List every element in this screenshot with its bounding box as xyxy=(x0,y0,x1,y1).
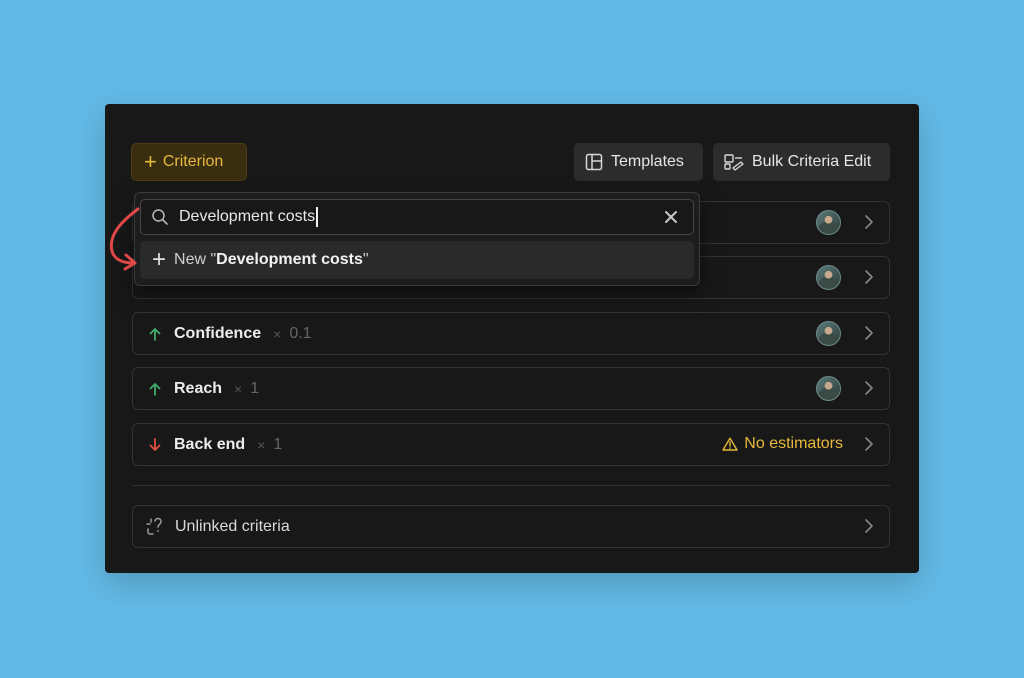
avatar xyxy=(816,376,841,401)
close-icon[interactable] xyxy=(663,209,679,225)
unlink-icon xyxy=(146,517,162,535)
criterion-name: Back end xyxy=(174,435,246,453)
multiply-sign: × xyxy=(257,436,266,453)
criterion-name: Confidence xyxy=(174,324,262,342)
chevron-right-icon xyxy=(865,381,874,395)
add-criterion-button[interactable]: + Criterion xyxy=(131,143,247,181)
chevron-right-icon xyxy=(865,437,874,451)
criterion-search-dropdown: Development costs + New " Development cos… xyxy=(134,192,700,286)
arrow-up-icon xyxy=(149,327,163,341)
add-criterion-label: Criterion xyxy=(162,153,224,170)
search-input[interactable]: Development costs xyxy=(140,199,694,235)
criterion-row-confidence[interactable]: Confidence × 0.1 xyxy=(132,312,890,355)
unlinked-criteria-label: Unlinked criteria xyxy=(175,517,290,535)
criterion-weight: 1 xyxy=(273,435,283,453)
bulk-criteria-edit-button[interactable]: Bulk Criteria Edit xyxy=(713,143,890,181)
status-text: No estimators xyxy=(744,435,843,452)
annotation-arrow-icon xyxy=(109,207,140,271)
text-caret xyxy=(316,207,319,227)
criterion-weight: 0.1 xyxy=(289,324,312,342)
templates-button[interactable]: Templates xyxy=(574,143,703,181)
plus-icon: + xyxy=(152,246,167,273)
new-criterion-option[interactable]: + New " Development costs " xyxy=(140,241,694,279)
criteria-panel: + Criterion Templates Bulk Criteria Edit xyxy=(105,104,919,573)
criterion-row-back-end[interactable]: Back end × 1 No estimators xyxy=(132,423,890,466)
search-icon xyxy=(152,209,168,225)
status-warning: No estimators xyxy=(722,435,843,453)
plus-icon: + xyxy=(144,149,157,174)
search-value: Development costs xyxy=(179,207,693,227)
criterion-row-reach[interactable]: Reach × 1 xyxy=(132,367,890,410)
chevron-right-icon xyxy=(865,519,874,533)
new-option-prefix: New " xyxy=(174,251,217,268)
chevron-right-icon xyxy=(865,215,874,229)
search-text: Development costs xyxy=(179,208,316,225)
avatar xyxy=(816,210,841,235)
avatar xyxy=(816,321,841,346)
avatar xyxy=(816,265,841,290)
chevron-right-icon xyxy=(865,326,874,340)
new-option-suffix: " xyxy=(362,251,369,268)
criterion-weight: 1 xyxy=(250,379,260,397)
unlinked-criteria-row[interactable]: Unlinked criteria xyxy=(132,505,890,548)
arrow-down-icon xyxy=(149,437,163,452)
layout-icon xyxy=(585,153,603,171)
bulk-edit-icon xyxy=(724,154,744,171)
chevron-right-icon xyxy=(865,270,874,284)
multiply-sign: × xyxy=(273,325,282,342)
new-option-value: Development costs xyxy=(216,251,363,268)
criterion-name: Reach xyxy=(174,379,223,397)
arrow-up-icon xyxy=(149,382,163,396)
bulk-edit-label: Bulk Criteria Edit xyxy=(752,153,872,170)
templates-label: Templates xyxy=(611,153,684,170)
warning-icon xyxy=(722,437,738,451)
multiply-sign: × xyxy=(234,380,243,397)
divider xyxy=(132,485,890,486)
